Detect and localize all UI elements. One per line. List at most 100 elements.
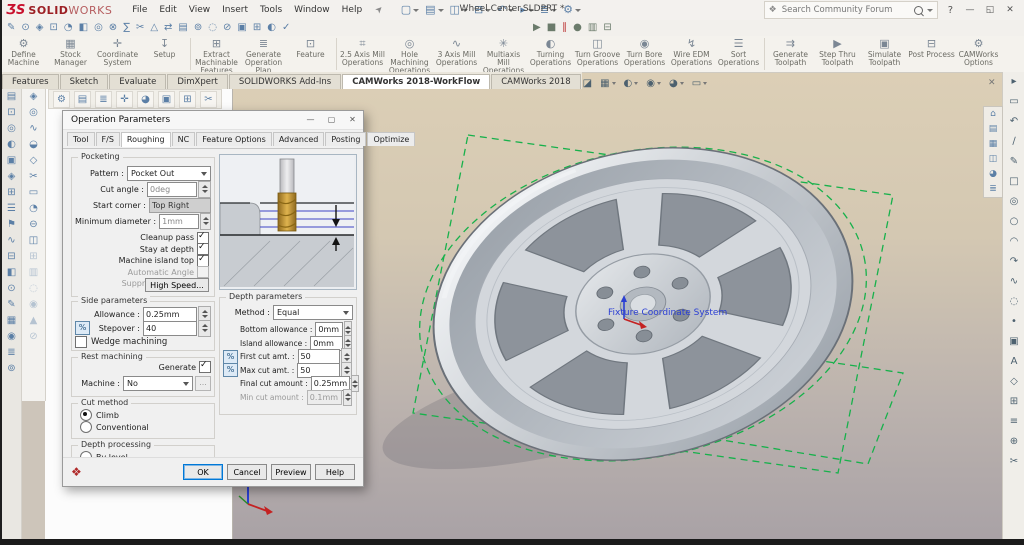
cancel-button[interactable]: Cancel: [227, 464, 267, 480]
community-search[interactable]: ❖: [764, 1, 938, 19]
dialog-tab[interactable]: Feature Options: [196, 132, 272, 146]
sketch-toolbar-icon[interactable]: ✎: [1010, 152, 1018, 172]
macro-run-icon[interactable]: ⊟: [603, 20, 611, 36]
method-dropdown[interactable]: Equal: [273, 305, 353, 320]
macro-toolbar-icon[interactable]: ✎: [7, 20, 15, 36]
left-toolbar-icon[interactable]: ⊖: [29, 217, 37, 233]
percent-toggle-button[interactable]: %: [223, 350, 238, 364]
sketch-toolbar-icon[interactable]: ▭: [1009, 92, 1018, 112]
simulate-toolpath-button[interactable]: ▣Simulate Toolpath: [861, 36, 908, 72]
machine-more-button[interactable]: ...: [195, 376, 211, 391]
sketch-toolbar-icon[interactable]: ◎: [1010, 192, 1019, 212]
dialog-tab[interactable]: NC: [172, 132, 196, 146]
left-toolbar-icon[interactable]: ◈: [8, 169, 16, 185]
left-toolbar-icon[interactable]: ◎: [29, 105, 38, 121]
high-speed-button[interactable]: High Speed...: [145, 278, 209, 292]
close-button[interactable]: ✕: [1000, 5, 1020, 15]
turn-bore-operations-button[interactable]: ◉Turn Bore Operations: [621, 36, 668, 72]
left-toolbar-icon[interactable]: ∿: [29, 121, 37, 137]
left-toolbar-icon[interactable]: ◇: [30, 153, 38, 169]
menu-item[interactable]: Tools: [254, 3, 288, 17]
macro-toolbar-icon[interactable]: ◌: [208, 20, 217, 36]
dialog-tab[interactable]: Optimize: [367, 132, 415, 146]
pin-icon[interactable]: ➤: [374, 4, 386, 16]
option-checkbox-row[interactable]: Machine island top: [75, 255, 209, 267]
macro-toolbar-icon[interactable]: ⊞: [253, 20, 261, 36]
macro-run-icon[interactable]: ●: [573, 20, 582, 36]
dialog-tab[interactable]: Roughing: [121, 132, 171, 147]
wire-edm-operations-button[interactable]: ↯Wire EDM Operations: [668, 36, 715, 72]
custom-properties-icon[interactable]: ≣: [989, 182, 997, 197]
left-toolbar-icon[interactable]: ◔: [29, 201, 38, 217]
percent-toggle-button[interactable]: %: [223, 363, 238, 377]
menu-item[interactable]: View: [183, 3, 216, 17]
left-toolbar-icon[interactable]: ◧: [7, 265, 16, 281]
cam-tree-toolbar-icon[interactable]: ≣: [95, 91, 112, 108]
macro-toolbar-icon[interactable]: ∑: [123, 20, 130, 36]
menu-item[interactable]: Edit: [153, 3, 182, 17]
sort-operations-button[interactable]: ☰Sort Operations: [715, 36, 762, 72]
new-document-icon[interactable]: ▢: [401, 3, 419, 17]
turning-operations-button[interactable]: ◐Turning Operations: [527, 36, 574, 72]
macro-toolbar-icon[interactable]: ⊙: [21, 20, 29, 36]
feature-button[interactable]: ⊡Feature: [287, 36, 334, 72]
search-icon[interactable]: [914, 6, 923, 15]
sketch-toolbar-icon[interactable]: ▸: [1011, 72, 1016, 92]
dialog-close-button[interactable]: ✕: [342, 111, 363, 128]
cam-tree-toolbar-icon[interactable]: ✛: [116, 91, 133, 108]
display-style-icon[interactable]: ◐: [624, 78, 639, 89]
cam-tree-toolbar-icon[interactable]: ⊞: [179, 91, 196, 108]
cam-tree-toolbar-icon[interactable]: ✂: [200, 91, 217, 108]
camworks-options-button[interactable]: ⚙CAMWorks Options: [955, 36, 1002, 72]
macro-toolbar-icon[interactable]: ⊗: [109, 20, 117, 36]
sketch-toolbar-icon[interactable]: ◌: [1010, 292, 1019, 312]
command-tab[interactable]: Sketch: [60, 74, 109, 89]
macro-toolbar-icon[interactable]: ⇄: [164, 20, 172, 36]
sketch-toolbar-icon[interactable]: ▣: [1009, 332, 1018, 352]
sketch-toolbar-icon[interactable]: •: [1011, 312, 1017, 332]
macro-toolbar-icon[interactable]: ▣: [237, 20, 246, 36]
cam-tree-toolbar-icon[interactable]: ▤: [74, 91, 91, 108]
macro-toolbar-icon[interactable]: △: [150, 20, 158, 36]
macro-toolbar-icon[interactable]: ▤: [178, 20, 187, 36]
dialog-title-bar[interactable]: Operation Parameters — ▢ ✕: [63, 111, 363, 130]
menu-item[interactable]: Insert: [216, 3, 254, 17]
sketch-toolbar-icon[interactable]: ⊞: [1010, 392, 1018, 412]
sketch-toolbar-icon[interactable]: ⊕: [1010, 432, 1018, 452]
value-spinner[interactable]: [343, 389, 352, 406]
help-button[interactable]: Help: [315, 464, 355, 480]
cut-angle-field[interactable]: 0deg: [147, 182, 197, 197]
left-toolbar-icon[interactable]: ✂: [29, 169, 37, 185]
search-input[interactable]: [780, 3, 912, 18]
macro-toolbar-icon[interactable]: ◈: [36, 20, 44, 36]
radio-option[interactable]: Climb: [72, 409, 214, 421]
view-settings-icon[interactable]: ▭: [692, 78, 707, 89]
left-toolbar-icon[interactable]: ✎: [7, 297, 15, 313]
macro-run-icon[interactable]: ■: [547, 20, 556, 36]
edit-appearance-icon[interactable]: ◕: [669, 78, 684, 89]
radio-option[interactable]: Conventional: [72, 421, 214, 433]
left-toolbar-icon[interactable]: ⊘: [29, 329, 37, 345]
macro-run-icon[interactable]: ▶: [533, 20, 541, 36]
hole-machining-operations-button[interactable]: ◎Hole Machining Operations: [386, 36, 433, 72]
options-gear-icon[interactable]: ⚙: [563, 3, 581, 17]
menu-item[interactable]: Window: [288, 3, 336, 17]
home-icon[interactable]: ⌂: [990, 107, 996, 122]
value-spinner[interactable]: [351, 375, 359, 392]
command-tab[interactable]: DimXpert: [167, 74, 227, 89]
left-toolbar-icon[interactable]: ⊡: [7, 105, 15, 121]
left-toolbar-icon[interactable]: ◐: [7, 137, 16, 153]
macro-toolbar-icon[interactable]: ⊚: [194, 20, 202, 36]
menu-item[interactable]: File: [126, 3, 153, 17]
cam-tree-toolbar-icon[interactable]: ◕: [137, 91, 154, 108]
command-tab[interactable]: SOLIDWORKS Add-Ins: [229, 74, 341, 89]
command-tab[interactable]: CAMWorks 2018-WorkFlow: [342, 74, 490, 89]
checkbox[interactable]: [197, 255, 209, 267]
hide-show-items-icon[interactable]: ◉: [646, 78, 661, 89]
left-toolbar-icon[interactable]: ◉: [7, 329, 16, 345]
dialog-tab[interactable]: F/S: [96, 132, 120, 146]
radio-button[interactable]: [80, 421, 92, 433]
macro-toolbar-icon[interactable]: ◔: [64, 20, 73, 36]
sketch-toolbar-icon[interactable]: ○: [1010, 212, 1019, 232]
cam-tree-toolbar-icon[interactable]: ⚙: [53, 91, 70, 108]
